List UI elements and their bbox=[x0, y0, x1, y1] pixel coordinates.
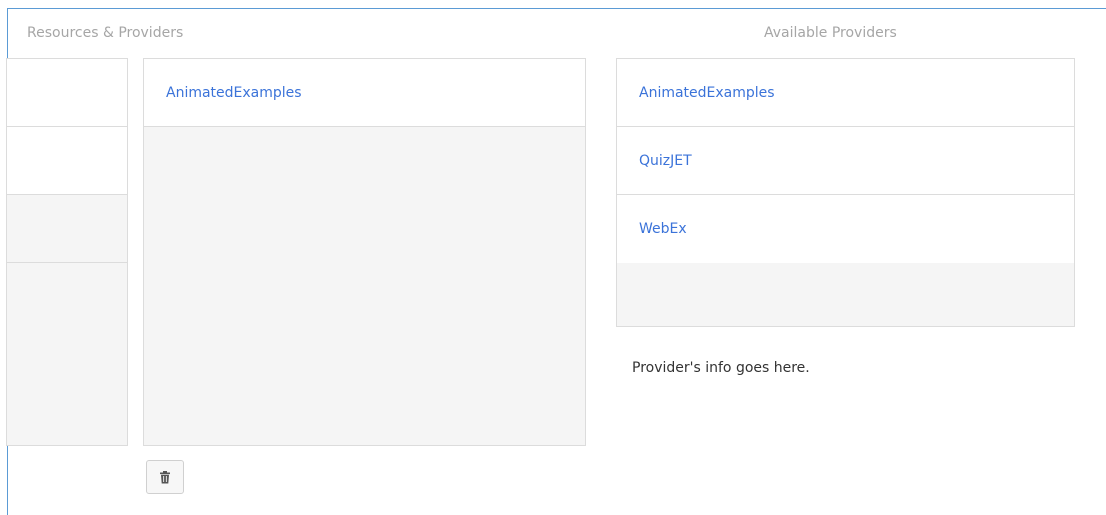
resource-provider-label[interactable]: AnimatedExamples bbox=[166, 85, 302, 101]
provider-info-text: Provider's info goes here. bbox=[632, 360, 810, 376]
available-providers-list: AnimatedExamples QuizJET WebEx bbox=[616, 58, 1075, 327]
available-providers-title: Available Providers bbox=[764, 25, 897, 41]
available-provider-item[interactable]: QuizJET bbox=[617, 127, 1074, 195]
trash-icon bbox=[160, 470, 170, 483]
delete-provider-button[interactable] bbox=[146, 460, 184, 494]
resource-row[interactable] bbox=[7, 127, 127, 195]
available-provider-label[interactable]: QuizJET bbox=[639, 153, 692, 169]
available-provider-item[interactable]: AnimatedExamples bbox=[617, 59, 1074, 127]
resource-row-selected[interactable] bbox=[7, 195, 127, 263]
available-provider-item[interactable]: WebEx bbox=[617, 195, 1074, 263]
resource-row[interactable] bbox=[7, 59, 127, 127]
resource-providers-list: AnimatedExamples bbox=[143, 58, 586, 446]
resources-providers-title: Resources & Providers bbox=[27, 25, 184, 41]
resource-provider-item[interactable]: AnimatedExamples bbox=[144, 59, 585, 127]
available-provider-label[interactable]: AnimatedExamples bbox=[639, 85, 775, 101]
resources-list bbox=[6, 58, 128, 446]
app-frame: Resources & Providers Available Provider… bbox=[6, 8, 1106, 515]
available-provider-label[interactable]: WebEx bbox=[639, 221, 687, 237]
